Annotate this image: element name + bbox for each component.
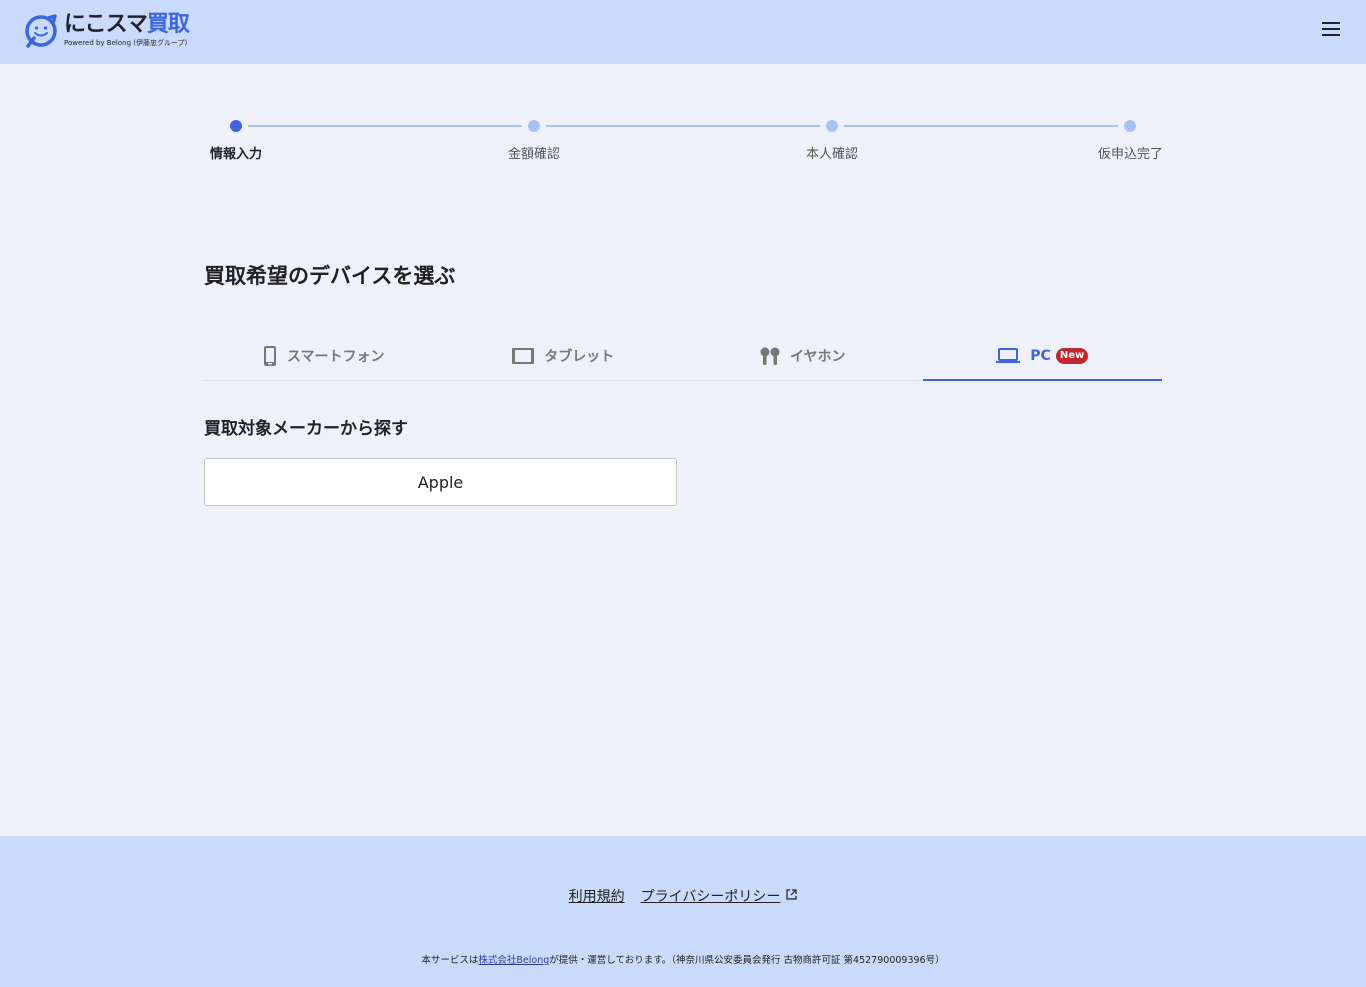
terms-link-label: 利用規約 <box>568 889 625 905</box>
footer-note: 本サービスは株式会社Belongが提供・運営しております。（神奈川県公安委員会発… <box>0 952 1366 966</box>
step-dot-2 <box>528 120 540 132</box>
step-connector <box>844 125 1118 127</box>
logo-main-dark: にこスマ <box>64 12 148 37</box>
tab-label: タブレット <box>544 348 615 365</box>
new-badge: New <box>1055 347 1089 364</box>
tab-label: PC <box>1030 347 1051 364</box>
tablet-icon <box>512 347 535 364</box>
privacy-policy-link[interactable]: プライバシーポリシー <box>641 886 798 906</box>
page-title: 買取希望のデバイスを選ぶ <box>204 264 456 288</box>
device-tabs: スマートフォン タブレット イヤホン PC New <box>204 331 1162 381</box>
company-link[interactable]: 株式会社Belong <box>478 955 549 966</box>
logo-subtitle: Powered by Belong (伊藤忠グループ) <box>64 39 188 47</box>
tab-smartphone[interactable]: スマートフォン <box>204 331 444 380</box>
footer-links: 利用規約 プライバシーポリシー <box>0 886 1366 906</box>
logo-wordmark: にこスマ買取 <box>64 12 190 38</box>
step-dot-3 <box>826 120 838 132</box>
step-connector <box>546 125 820 127</box>
logo-mark-icon <box>25 14 57 48</box>
site-header: にこスマ買取 Powered by Belong (伊藤忠グループ) <box>0 0 1366 64</box>
logo-main-blue: 買取 <box>146 12 190 37</box>
hamburger-menu-icon[interactable] <box>1322 22 1344 42</box>
footer-note-suffix: が提供・運営しております。（神奈川県公安委員会発行 古物商許可証 第452790… <box>549 955 945 966</box>
step-label-3: 本人確認 <box>806 147 859 162</box>
site-logo[interactable]: にこスマ買取 Powered by Belong (伊藤忠グループ) <box>24 12 190 52</box>
step-dot-4 <box>1124 120 1136 132</box>
step-dot-1 <box>230 120 242 132</box>
smartphone-icon <box>263 345 277 367</box>
step-label-1: 情報入力 <box>210 147 263 162</box>
maker-button-apple[interactable]: Apple <box>204 458 677 506</box>
step-connector <box>248 125 522 127</box>
tab-label: イヤホン <box>789 348 846 365</box>
external-link-icon <box>786 888 797 904</box>
maker-section-title: 買取対象メーカーから探す <box>204 419 408 439</box>
terms-link[interactable]: 利用規約 <box>569 886 625 906</box>
earphones-icon <box>760 346 780 366</box>
tab-label: スマートフォン <box>286 348 385 365</box>
progress-stepper: 情報入力 金額確認 本人確認 仮申込完了 <box>204 116 1164 166</box>
privacy-link-label: プライバシーポリシー <box>640 889 781 905</box>
site-footer: 利用規約 プライバシーポリシー 本サービスは株式会社Belongが提供・運営して… <box>0 836 1366 987</box>
tab-pc[interactable]: PC New <box>922 331 1163 381</box>
tab-tablet[interactable]: タブレット <box>444 331 684 380</box>
tab-earphones[interactable]: イヤホン <box>683 331 923 380</box>
step-label-2: 金額確認 <box>508 147 561 162</box>
footer-note-prefix: 本サービスは <box>421 955 479 966</box>
step-label-4: 仮申込完了 <box>1098 147 1164 162</box>
laptop-icon <box>996 347 1021 364</box>
